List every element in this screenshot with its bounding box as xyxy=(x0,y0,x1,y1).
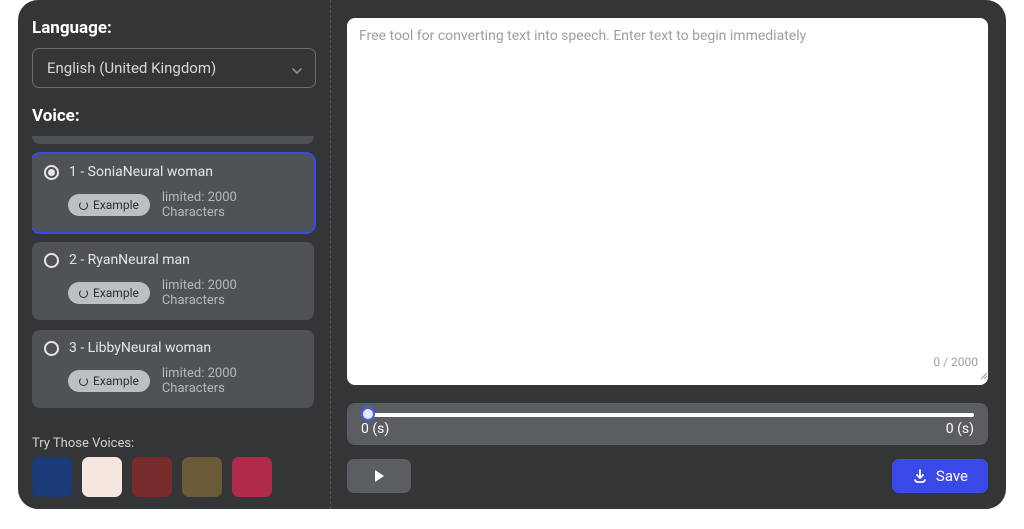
language-select[interactable]: English (United Kingdom) xyxy=(32,48,316,88)
example-label: Example xyxy=(93,374,139,388)
language-value: English (United Kingdom) xyxy=(47,59,216,77)
limit-text: limited: 2000 Characters xyxy=(162,366,302,396)
spinner-icon xyxy=(79,377,88,386)
voice-card[interactable]: 1 - SoniaNeural woman Example limited: 2… xyxy=(32,154,314,232)
audio-slider[interactable]: 0 (s) 0 (s) xyxy=(347,403,988,445)
example-pill[interactable]: Example xyxy=(68,194,150,216)
radio-icon[interactable] xyxy=(44,253,59,268)
spinner-icon xyxy=(79,289,88,298)
avatar-row xyxy=(32,457,316,497)
voice-title: 2 - RyanNeural man xyxy=(69,252,190,268)
voice-list[interactable]: 1 - SoniaNeural woman Example limited: 2… xyxy=(32,136,324,414)
example-label: Example xyxy=(93,198,139,212)
chevron-down-icon xyxy=(291,63,301,73)
voice-title: 1 - SoniaNeural woman xyxy=(69,164,213,180)
save-label: Save xyxy=(936,467,968,485)
resize-handle-icon[interactable] xyxy=(978,365,988,375)
language-label: Language: xyxy=(32,18,316,38)
voice-card-peek xyxy=(32,136,314,144)
example-pill[interactable]: Example xyxy=(68,282,150,304)
example-label: Example xyxy=(93,286,139,300)
slider-end-label: 0 (s) xyxy=(946,421,974,437)
download-icon xyxy=(912,468,928,484)
example-pill[interactable]: Example xyxy=(68,370,150,392)
limit-text: limited: 2000 Characters xyxy=(162,190,302,220)
slider-thumb[interactable] xyxy=(361,407,375,421)
voice-card[interactable]: 2 - RyanNeural man Example limited: 2000… xyxy=(32,242,314,320)
slider-start-label: 0 (s) xyxy=(361,421,389,437)
avatar[interactable] xyxy=(82,457,122,497)
voice-title: 3 - LibbyNeural woman xyxy=(69,340,211,356)
spinner-icon xyxy=(79,201,88,210)
avatar[interactable] xyxy=(182,457,222,497)
try-voices-title: Try Those Voices: xyxy=(32,436,316,451)
save-button[interactable]: Save xyxy=(892,459,988,493)
play-button[interactable] xyxy=(347,459,411,493)
avatar[interactable] xyxy=(132,457,172,497)
play-icon xyxy=(371,468,387,484)
text-input[interactable] xyxy=(347,18,988,385)
limit-text: limited: 2000 Characters xyxy=(162,278,302,308)
avatar[interactable] xyxy=(232,457,272,497)
voice-card[interactable]: 3 - LibbyNeural woman Example limited: 2… xyxy=(32,330,314,408)
char-counter: 0 / 2000 xyxy=(933,355,978,369)
slider-track[interactable] xyxy=(361,413,974,417)
voice-label: Voice: xyxy=(32,106,316,126)
radio-selected-icon[interactable] xyxy=(44,165,59,180)
radio-icon[interactable] xyxy=(44,341,59,356)
avatar[interactable] xyxy=(32,457,72,497)
